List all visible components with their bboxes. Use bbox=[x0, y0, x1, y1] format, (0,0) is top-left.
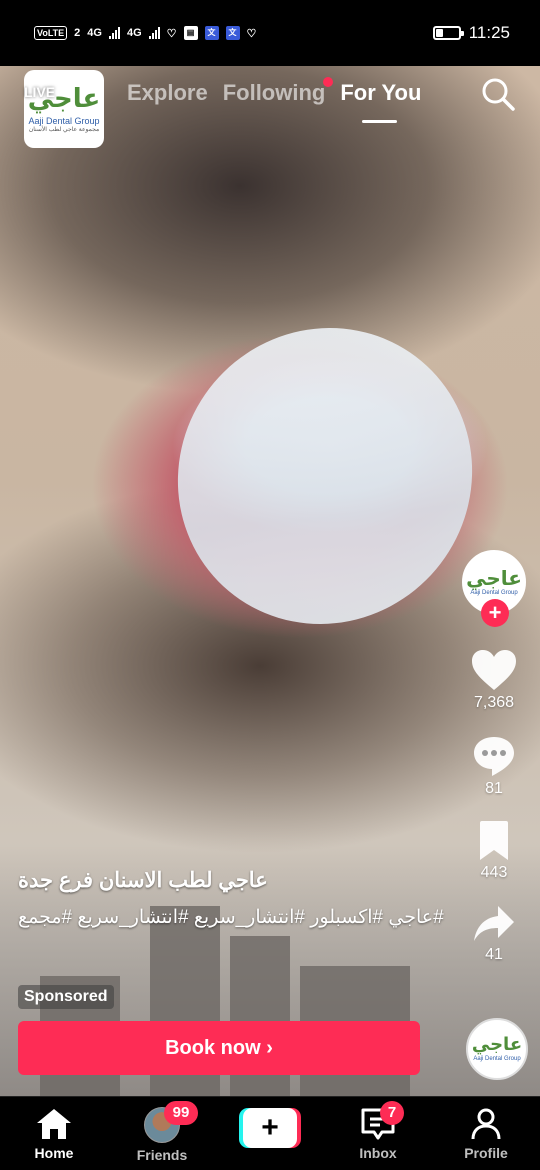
network-type-1: 4G bbox=[87, 27, 102, 39]
video-player[interactable] bbox=[0, 66, 540, 1096]
advertiser-logo-mark: عاجي bbox=[471, 1034, 523, 1055]
nav-create[interactable]: + bbox=[216, 1097, 324, 1170]
tab-following[interactable]: Following bbox=[222, 77, 334, 106]
advertiser-avatar[interactable]: عاجي Aaji Dental Group bbox=[466, 1018, 528, 1080]
status-bar: VoLTE 2 4G 4G ♡ ▤ 文 文 ♡ 11:25 bbox=[0, 0, 540, 66]
share-button[interactable]: 41 bbox=[472, 904, 516, 964]
profile-icon bbox=[471, 1108, 501, 1140]
tab-for-you-label: For You bbox=[340, 80, 422, 105]
volte-indicator: VoLTE bbox=[34, 26, 68, 40]
nav-friends-label: Friends bbox=[136, 1147, 188, 1163]
sim-indicator: 2 bbox=[74, 27, 81, 39]
inbox-badge: 7 bbox=[380, 1101, 404, 1125]
heart-notification-icon: ♡ bbox=[166, 27, 177, 40]
comment-icon bbox=[474, 737, 514, 776]
friends-badge: 99 bbox=[164, 1101, 198, 1125]
nav-friends[interactable]: Friends 99 bbox=[108, 1097, 216, 1170]
network-type-2: 4G bbox=[126, 27, 142, 39]
video-caption: عاجي لطب الاسنان فرع جدة #عاجي #اكسبلور … bbox=[18, 868, 448, 931]
status-right: 11:25 bbox=[432, 23, 510, 43]
advertiser-logo-name: Aaji Dental Group bbox=[473, 1056, 521, 1062]
avatar-logo-name: Aaji Dental Group bbox=[470, 590, 518, 596]
clock: 11:25 bbox=[468, 23, 510, 42]
live-brand-logo[interactable]: عاجي Aaji Dental Group مجموعة عاجي لطب ا… bbox=[24, 70, 104, 148]
nav-home[interactable]: Home bbox=[0, 1097, 108, 1170]
bookmark-icon bbox=[480, 821, 508, 860]
save-button[interactable]: 443 bbox=[476, 820, 512, 882]
nav-inbox-label: Inbox bbox=[359, 1145, 397, 1161]
like-button[interactable]: 7,368 bbox=[470, 648, 518, 712]
battery-icon bbox=[432, 26, 464, 40]
live-label: LIVE bbox=[24, 84, 56, 100]
signal-icon-2 bbox=[148, 27, 160, 39]
status-left: VoLTE 2 4G 4G ♡ ▤ 文 文 ♡ bbox=[34, 26, 256, 40]
bottom-nav: Home Friends 99 + Inbox 7 Profile bbox=[0, 1096, 540, 1170]
tab-explore[interactable]: Explore bbox=[127, 80, 208, 106]
nav-profile[interactable]: Profile bbox=[432, 1097, 540, 1170]
action-rail: عاجي Aaji Dental Group + 7,368 81 443 41 bbox=[461, 550, 527, 964]
signal-icon bbox=[108, 27, 120, 39]
new-content-dot bbox=[323, 77, 334, 87]
app-notification-icon: 文 bbox=[204, 26, 219, 40]
nav-profile-label: Profile bbox=[464, 1145, 508, 1161]
tab-following-label: Following bbox=[222, 80, 326, 105]
caption-hashtags[interactable]: #عاجي #اكسبلور #انتشار_سريع #انتشار_سريع… bbox=[18, 905, 448, 931]
brand-logo-sub: مجموعة عاجي لطب الأسنان bbox=[28, 126, 100, 133]
book-now-button[interactable]: Book now › bbox=[18, 1021, 420, 1075]
heart-notification-icon-2: ♡ bbox=[246, 27, 257, 40]
pdf-notification-icon: ▤ bbox=[183, 26, 198, 40]
heart-icon bbox=[472, 650, 516, 690]
plus-icon: + bbox=[243, 1108, 297, 1148]
tab-for-you[interactable]: For You bbox=[340, 80, 422, 123]
brand-logo-name: Aaji Dental Group bbox=[28, 115, 100, 126]
save-count: 443 bbox=[480, 864, 508, 881]
caption-title[interactable]: عاجي لطب الاسنان فرع جدة bbox=[18, 868, 448, 893]
home-icon bbox=[37, 1109, 71, 1139]
sponsored-badge: Sponsored bbox=[18, 985, 114, 1009]
avatar-logo-mark: عاجي bbox=[466, 566, 522, 590]
follow-plus-icon[interactable]: + bbox=[481, 599, 509, 627]
comment-button[interactable]: 81 bbox=[471, 734, 517, 798]
search-icon[interactable] bbox=[480, 76, 516, 112]
share-count: 41 bbox=[485, 946, 503, 963]
creator-avatar[interactable]: عاجي Aaji Dental Group + bbox=[462, 550, 526, 627]
like-count: 7,368 bbox=[473, 694, 515, 711]
nav-home-label: Home bbox=[34, 1145, 74, 1161]
active-tab-underline bbox=[362, 120, 398, 123]
battery-fill bbox=[435, 29, 443, 37]
share-icon bbox=[474, 906, 514, 941]
app-notification-icon-2: 文 bbox=[225, 26, 240, 40]
comment-count: 81 bbox=[485, 780, 503, 797]
create-button[interactable]: + bbox=[239, 1108, 301, 1148]
nav-inbox[interactable]: Inbox 7 bbox=[324, 1097, 432, 1170]
feed-tabs: Explore Following For You bbox=[127, 77, 422, 123]
